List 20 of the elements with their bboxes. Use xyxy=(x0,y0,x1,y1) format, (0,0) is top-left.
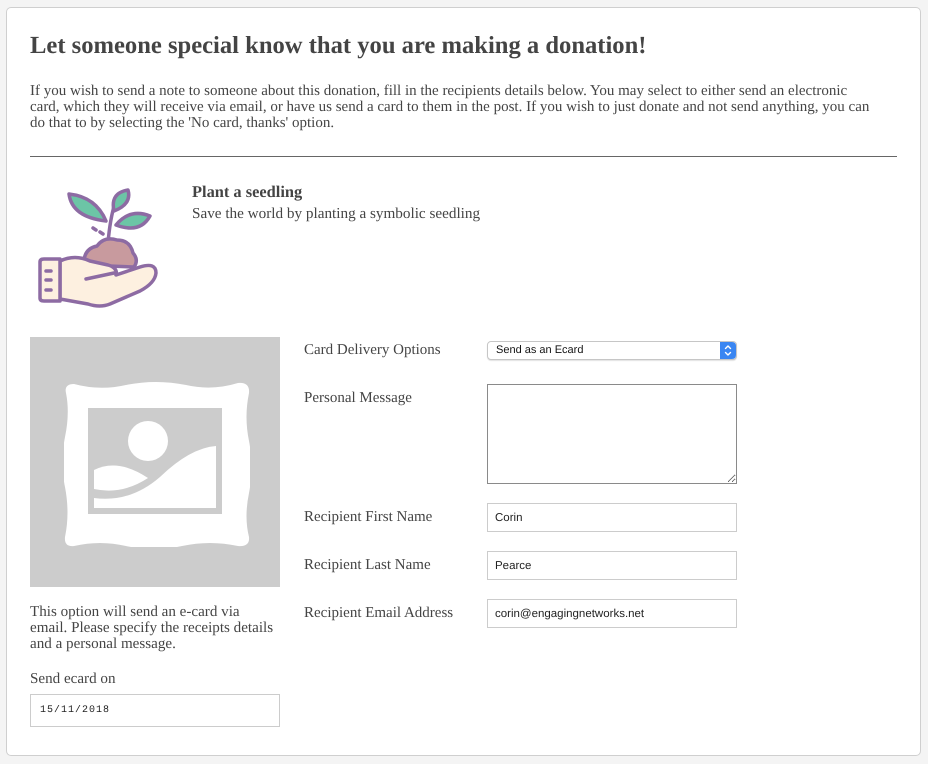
field-label: Personal Message xyxy=(304,390,413,407)
text-input[interactable]: corin@engagingnetworks.net xyxy=(487,599,737,628)
field-label: Recipient Last Name xyxy=(304,557,432,574)
gift-description: Save the world by planting a symbolic seedling xyxy=(192,205,480,222)
stepper-icon xyxy=(720,342,736,359)
page-heading: Let someone special know that you are making a donation! xyxy=(30,31,648,61)
intro-paragraph: If you wish to send a note to someone about this donation, fill in the recipients details below. You may select to either send an electronic card, which they will receive via email, or have us send a card to them in the post. If you wish to just donate and not send anything, you can do that to by selecting the 'No card, thanks' option. xyxy=(30,83,870,131)
text-input[interactable]: Pearce xyxy=(487,551,737,580)
text-input[interactable]: Corin xyxy=(487,503,737,532)
message-textarea[interactable] xyxy=(487,384,737,484)
field-label: Recipient First Name xyxy=(304,509,434,526)
delivery-select[interactable]: Send as an Ecard xyxy=(487,341,737,360)
seedling-in-hand-icon xyxy=(36,187,160,309)
ecard-note: This option will send an e-card via email. Please specify the receipts details and a personal message. xyxy=(30,604,274,652)
picture-frame-icon xyxy=(64,381,250,547)
send-date-input[interactable]: 15/11/2018 xyxy=(30,694,280,727)
send-date-label: Send ecard on xyxy=(30,671,116,688)
field-label: Card Delivery Options xyxy=(304,342,442,359)
field-label: Recipient Email Address xyxy=(304,605,454,622)
gift-title: Plant a seedling xyxy=(192,183,304,201)
